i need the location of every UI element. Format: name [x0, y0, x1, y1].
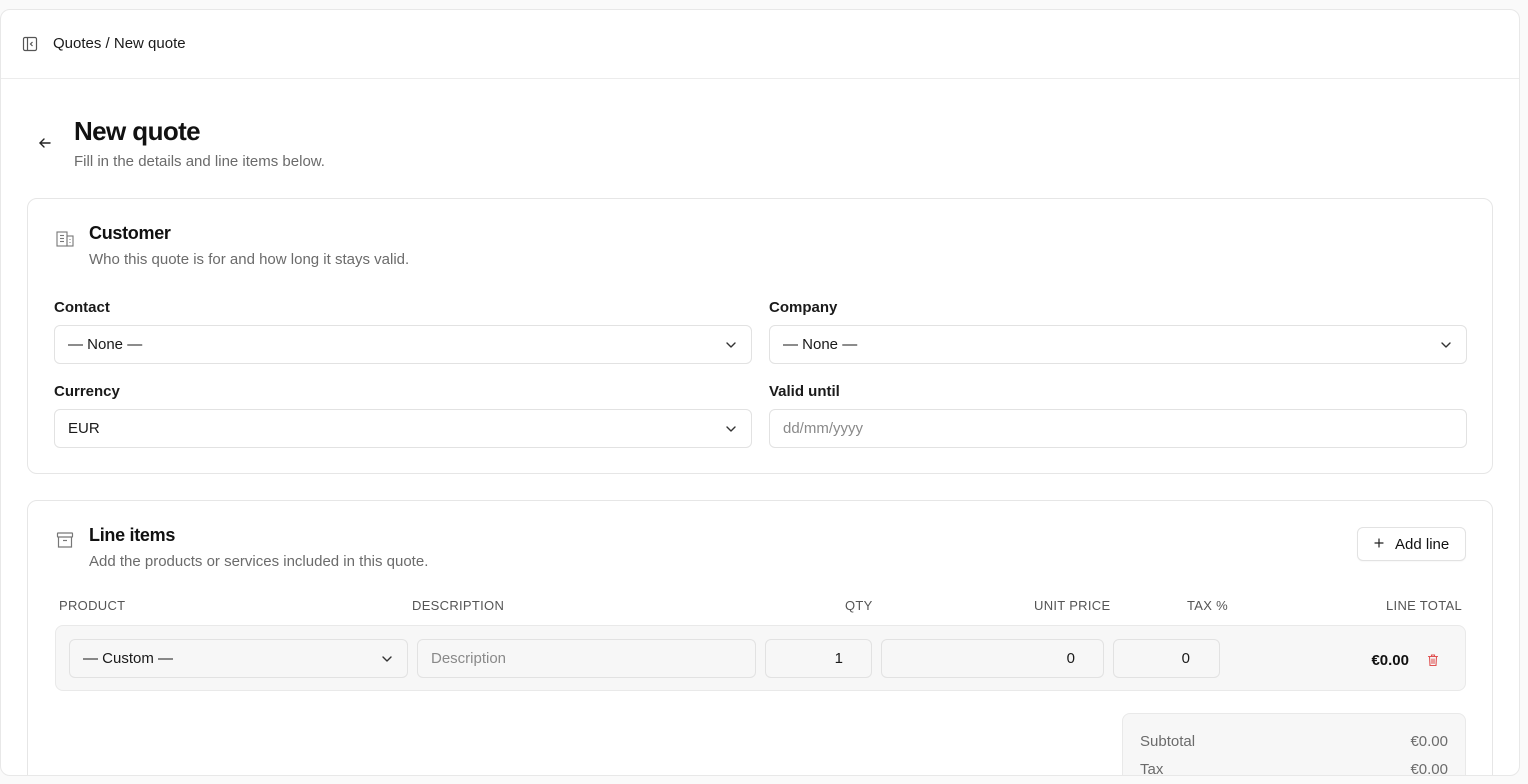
column-header-unit-price: UNIT PRICE: [1034, 598, 1111, 613]
chevron-down-icon: [1441, 342, 1451, 348]
company-select-value: — None —: [783, 336, 858, 353]
subtotal-value: €0.00: [1410, 733, 1448, 750]
column-header-product: PRODUCT: [59, 598, 126, 613]
add-line-label: Add line: [1395, 536, 1450, 553]
app-frame: Quotes / New quote New quote Fill in the…: [0, 9, 1520, 776]
line-items-card-title: Line items: [89, 525, 176, 545]
contact-select-value: — None —: [68, 336, 143, 353]
column-header-qty: QTY: [845, 598, 873, 613]
subtotal-label: Subtotal: [1140, 733, 1196, 750]
tax-total-value: €0.00: [1410, 761, 1448, 776]
description-placeholder: Description: [431, 650, 507, 667]
line-item-row: — Custom — Description 1 0 0 €0.00: [55, 625, 1466, 691]
contact-select[interactable]: — None —: [54, 325, 752, 364]
archive-box-icon: [56, 532, 74, 548]
trash-icon[interactable]: [1426, 653, 1440, 667]
page-subtitle: Fill in the details and line items below…: [74, 153, 325, 170]
tax-total-label: Tax: [1140, 761, 1164, 776]
line-items-card-description: Add the products or services included in…: [89, 553, 429, 570]
plus-icon: [1374, 538, 1384, 548]
building-icon: [56, 231, 74, 247]
tax-input[interactable]: 0: [1113, 639, 1220, 678]
top-bar: Quotes / New quote: [1, 10, 1519, 79]
totals-panel: Subtotal €0.00 Tax €0.00: [1122, 713, 1466, 776]
customer-card-title: Customer: [89, 223, 171, 243]
tax-total-row: Tax €0.00: [1140, 761, 1448, 776]
customer-card: Customer Who this quote is for and how l…: [27, 198, 1493, 474]
chevron-down-icon: [382, 656, 392, 662]
contact-label: Contact: [54, 299, 110, 316]
customer-card-description: Who this quote is for and how long it st…: [89, 251, 410, 268]
unit-price-value: 0: [1066, 650, 1075, 667]
qty-value: 1: [834, 650, 843, 667]
subtotal-row: Subtotal €0.00: [1140, 733, 1448, 750]
column-header-line-total: LINE TOTAL: [1386, 598, 1462, 613]
sidebar-toggle-icon[interactable]: [22, 36, 38, 52]
page-title: New quote: [74, 116, 201, 146]
tax-value: 0: [1181, 650, 1190, 667]
unit-price-input[interactable]: 0: [881, 639, 1104, 678]
column-header-description: DESCRIPTION: [412, 598, 505, 613]
currency-label: Currency: [54, 383, 120, 400]
valid-until-label: Valid until: [769, 383, 840, 400]
arrow-left-icon[interactable]: [36, 134, 54, 152]
company-label: Company: [769, 299, 838, 316]
company-select[interactable]: — None —: [769, 325, 1467, 364]
line-total-value: €0.00: [1371, 652, 1409, 669]
qty-input[interactable]: 1: [765, 639, 872, 678]
product-select[interactable]: — Custom —: [69, 639, 408, 678]
chevron-down-icon: [726, 342, 736, 348]
line-items-card: Line items Add the products or services …: [27, 500, 1493, 776]
breadcrumb: Quotes / New quote: [53, 35, 186, 52]
currency-select[interactable]: EUR: [54, 409, 752, 448]
currency-select-value: EUR: [68, 420, 100, 437]
add-line-button[interactable]: Add line: [1357, 527, 1466, 561]
valid-until-input[interactable]: dd/mm/yyyy: [769, 409, 1467, 448]
column-header-tax: TAX %: [1187, 598, 1228, 613]
product-select-value: — Custom —: [83, 650, 174, 667]
description-input[interactable]: Description: [417, 639, 756, 678]
chevron-down-icon: [726, 426, 736, 432]
valid-until-placeholder: dd/mm/yyyy: [783, 420, 864, 437]
